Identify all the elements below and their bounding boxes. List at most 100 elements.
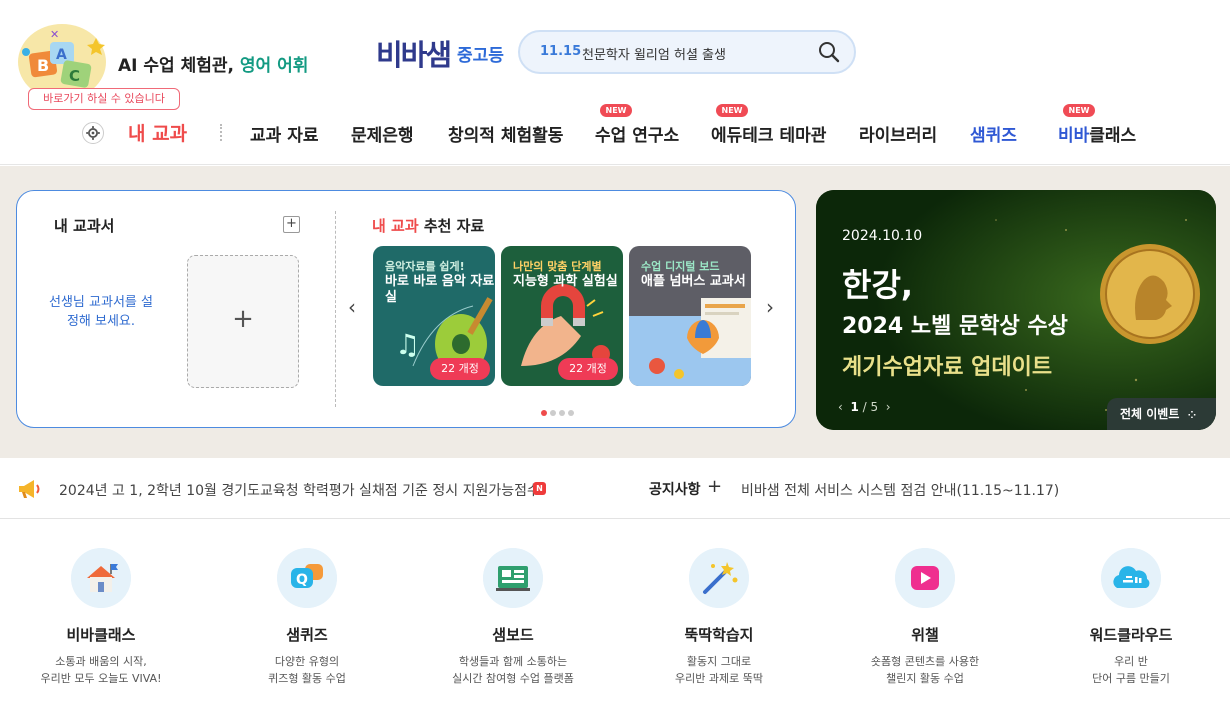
curriculum-badge: 22 개정 bbox=[558, 358, 618, 380]
nav-item-edutech[interactable]: 에듀테크 테마관 bbox=[711, 121, 826, 146]
recommend-card[interactable]: 나만의 맞춤 단계별 지능형 과학 실험실 22 개정 bbox=[501, 246, 623, 386]
event-date: 2024.10.10 bbox=[842, 228, 923, 244]
play-icon bbox=[895, 548, 955, 608]
curriculum-badge: 22 개정 bbox=[430, 358, 490, 380]
all-events-button[interactable]: 전체 이벤트 ⁘ bbox=[1107, 398, 1216, 430]
prev-arrow-icon[interactable]: ‹ bbox=[343, 294, 361, 320]
carousel-dot[interactable] bbox=[541, 410, 547, 416]
recommend-card[interactable]: ♫ 음악자료를 쉽게! 바로 바로 음악 자료실 22 개정 bbox=[373, 246, 495, 386]
more-notices-icon[interactable]: + bbox=[707, 476, 722, 497]
next-event-icon[interactable]: › bbox=[886, 400, 891, 414]
notice-headline[interactable]: 2024년 고 1, 2학년 10월 경기도교육청 학력평가 실채점 기준 정시… bbox=[59, 480, 540, 500]
service-vivaclass[interactable]: 비바클래스 소통과 배움의 시작, 우리반 모두 오늘도 VIVA! bbox=[0, 548, 204, 687]
card-tag: 나만의 맞춤 단계별 bbox=[513, 260, 602, 273]
service-desc: 우리 반 단어 구름 만들기 bbox=[1028, 653, 1230, 687]
site-logo-sub[interactable]: 중고등 bbox=[457, 41, 504, 66]
card-title: 바로 바로 음악 자료실 bbox=[385, 274, 495, 305]
service-name: 뚝딱학습지 bbox=[684, 626, 754, 644]
service-desc-line: 퀴즈형 활동 수업 bbox=[268, 672, 346, 685]
school-house-icon bbox=[71, 548, 131, 608]
service-name: 비바클래스 bbox=[66, 626, 136, 644]
service-worksheet[interactable]: 뚝딱학습지 활동지 그대로 우리반 과제로 뚝딱 bbox=[616, 548, 822, 687]
search-icon[interactable] bbox=[818, 41, 840, 63]
nav-divider bbox=[220, 124, 222, 141]
card-tag: 음악자료를 쉽게! bbox=[385, 260, 465, 273]
search-bar[interactable]: 11.15 천문학자 윌리엄 허셜 출생 bbox=[518, 30, 856, 74]
service-desc: 다양한 유형의 퀴즈형 활동 수업 bbox=[204, 653, 410, 687]
service-name: 위챌 bbox=[911, 626, 939, 644]
cloud-icon bbox=[1101, 548, 1161, 608]
quiz-bubble-icon: Q bbox=[277, 548, 337, 608]
service-desc: 숏폼형 콘텐츠를 사용한 챌린지 활동 수업 bbox=[822, 653, 1028, 687]
svg-text:A: A bbox=[56, 47, 67, 63]
service-desc-line: 소통과 배움의 시작, bbox=[55, 655, 147, 668]
search-keyword[interactable]: 천문학자 윌리엄 허셜 출생 bbox=[582, 44, 726, 63]
service-desc: 활동지 그대로 우리반 과제로 뚝딱 bbox=[616, 653, 822, 687]
promo-text[interactable]: AI 수업 체험관, 영어 어휘 bbox=[118, 51, 308, 76]
nav-item-question-bank[interactable]: 문제은행 bbox=[351, 121, 414, 146]
site-header: B A C ✕ AI 수업 체험관, 영어 어휘 바로가기 하실 수 있습니다 … bbox=[0, 0, 1230, 165]
service-wechall[interactable]: 위챌 숏폼형 콘텐츠를 사용한 챌린지 활동 수업 bbox=[822, 548, 1028, 687]
my-textbook-panel: 내 교과서 + 선생님 교과서를 설정해 보세요. + 내 교과 추천 자료 ‹… bbox=[16, 190, 796, 428]
svg-text:✕: ✕ bbox=[50, 28, 59, 41]
gear-icon[interactable] bbox=[82, 122, 104, 144]
textbook-slot[interactable]: + bbox=[187, 255, 299, 388]
nav-item-samquiz[interactable]: 샘퀴즈 bbox=[970, 121, 1017, 146]
service-desc-line: 우리반 과제로 뚝딱 bbox=[675, 672, 763, 685]
site-logo[interactable]: 비바샘 bbox=[376, 32, 452, 74]
new-n-badge: N bbox=[533, 482, 546, 495]
carousel-dot[interactable] bbox=[568, 410, 574, 416]
my-textbook-title: 내 교과서 bbox=[54, 217, 115, 235]
service-name: 워드클라우드 bbox=[1089, 626, 1173, 644]
next-arrow-icon[interactable]: › bbox=[761, 294, 779, 320]
service-desc-line: 단어 구름 만들기 bbox=[1092, 672, 1170, 685]
event-pager-total: / 5 bbox=[858, 400, 879, 414]
new-badge: NEW bbox=[600, 104, 632, 117]
grid-dots-icon: ⁘ bbox=[1187, 410, 1197, 421]
service-samboard[interactable]: 샘보드 학생들과 함께 소통하는 실시간 참여형 수업 플랫폼 bbox=[410, 548, 616, 687]
event-subtitle: 2024 노벨 문학상 수상 bbox=[842, 314, 1068, 339]
promo-tooltip: 바로가기 하실 수 있습니다 bbox=[28, 88, 180, 110]
prev-event-icon[interactable]: ‹ bbox=[838, 400, 843, 414]
service-wordcloud[interactable]: 워드클라우드 우리 반 단어 구름 만들기 bbox=[1028, 548, 1230, 687]
service-desc-line: 실시간 참여형 수업 플랫폼 bbox=[452, 672, 574, 685]
textbook-hint[interactable]: 선생님 교과서를 설정해 보세요. bbox=[47, 293, 155, 331]
add-textbook-button[interactable]: + bbox=[283, 216, 300, 233]
notice-item[interactable]: 비바샘 전체 서비스 시스템 점검 안내(11.15~11.17) bbox=[741, 480, 1059, 500]
svg-text:B: B bbox=[37, 56, 49, 75]
service-samquiz[interactable]: Q 샘퀴즈 다양한 유형의 퀴즈형 활동 수업 bbox=[204, 548, 410, 687]
recommend-title-text: 추천 자료 bbox=[418, 217, 485, 235]
recommend-card[interactable]: 수업 디지털 보드 애플 넘버스 교과서 bbox=[629, 246, 751, 386]
recommend-title: 내 교과 추천 자료 bbox=[372, 215, 484, 236]
nav-item-creative-activities[interactable]: 창의적 체험활동 bbox=[448, 121, 563, 146]
event-title: 한강, bbox=[842, 266, 914, 304]
panel-divider bbox=[335, 211, 336, 407]
nav-item-lesson-lab[interactable]: 수업 연구소 bbox=[595, 121, 679, 146]
carousel-dot[interactable] bbox=[559, 410, 565, 416]
carousel-dots bbox=[541, 401, 577, 420]
nobel-medal-icon bbox=[1100, 244, 1200, 344]
vivaclass-label: 클래스 bbox=[1089, 126, 1137, 146]
nav-my-subject[interactable]: 내 교과 bbox=[128, 119, 187, 146]
service-desc: 학생들과 함께 소통하는 실시간 참여형 수업 플랫폼 bbox=[410, 653, 616, 687]
svg-text:C: C bbox=[69, 67, 80, 85]
event-banner[interactable]: 2024.10.10 한강, 2024 노벨 문학상 수상 계기수업자료 업데이… bbox=[816, 190, 1216, 430]
card-title: 애플 넘버스 교과서 bbox=[641, 274, 746, 289]
nav-item-materials[interactable]: 교과 자료 bbox=[250, 121, 318, 146]
recommend-title-accent: 내 교과 bbox=[372, 217, 419, 235]
service-name: 샘보드 bbox=[492, 626, 534, 644]
service-desc: 소통과 배움의 시작, 우리반 모두 오늘도 VIVA! bbox=[0, 653, 204, 687]
event-pager-current: 1 bbox=[850, 400, 859, 414]
card-title: 지능형 과학 실험실 bbox=[513, 274, 618, 289]
nav-item-vivaclass[interactable]: 비바클래스 bbox=[1058, 121, 1136, 146]
carousel-dot[interactable] bbox=[550, 410, 556, 416]
svg-text:Q: Q bbox=[296, 572, 308, 588]
nav-item-library[interactable]: 라이브러리 bbox=[859, 121, 937, 146]
magic-wand-icon bbox=[689, 548, 749, 608]
promo-label: AI 수업 체험관, bbox=[118, 56, 240, 76]
new-badge: NEW bbox=[1063, 104, 1095, 117]
notice-bar: 2024년 고 1, 2학년 10월 경기도교육청 학력평가 실채점 기준 정시… bbox=[0, 458, 1230, 519]
vivaclass-brand: 비바 bbox=[1058, 126, 1090, 146]
board-icon bbox=[483, 548, 543, 608]
new-badge: NEW bbox=[716, 104, 748, 117]
